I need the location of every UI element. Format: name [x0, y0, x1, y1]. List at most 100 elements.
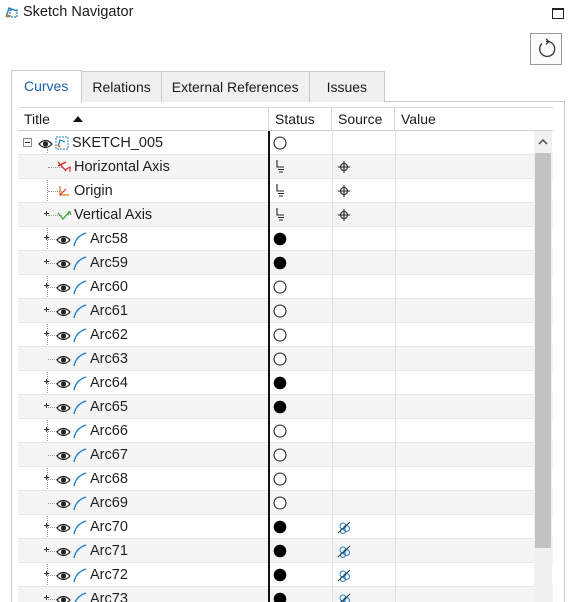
visibility-eye-icon [56, 521, 71, 533]
reset-button[interactable] [530, 33, 562, 65]
column-separator [395, 203, 396, 227]
expand-icon[interactable] [43, 282, 52, 291]
table-row[interactable]: Arc63 [18, 347, 553, 371]
expand-icon[interactable] [43, 378, 52, 387]
status-filled-circle-icon [273, 592, 287, 602]
column-header-source[interactable]: Source [332, 108, 395, 131]
table-row[interactable]: Arc66 [18, 419, 553, 443]
table-row[interactable]: Vertical Axis [18, 203, 553, 227]
expand-icon[interactable] [43, 426, 52, 435]
status-open-circle-icon [273, 136, 287, 150]
column-separator [395, 443, 396, 467]
column-separator [332, 227, 333, 251]
table-row[interactable]: Origin [18, 179, 553, 203]
status-filled-circle-icon [273, 520, 287, 534]
column-header-value[interactable]: Value [395, 108, 553, 131]
status-filled-circle-icon [273, 256, 287, 270]
table-row[interactable]: Arc72 [18, 563, 553, 587]
table-row[interactable]: Arc73 [18, 587, 553, 602]
maximize-icon[interactable] [552, 8, 564, 19]
tab-external-references[interactable]: External References [161, 71, 310, 102]
expand-icon[interactable] [43, 546, 52, 555]
expand-icon[interactable] [43, 522, 52, 531]
table-row[interactable]: Arc71 [18, 539, 553, 563]
horizontal-axis-icon [56, 159, 72, 175]
expand-icon[interactable] [43, 306, 52, 315]
column-separator [332, 251, 333, 275]
column-separator [395, 371, 396, 395]
column-separator [332, 131, 333, 155]
row-title-label: Arc67 [90, 447, 128, 463]
column-separator [395, 251, 396, 275]
column-header-status[interactable]: Status [269, 108, 332, 131]
scroll-up-button[interactable] [534, 131, 552, 151]
scrollbar-thumb[interactable] [535, 153, 551, 548]
table-row[interactable]: Arc61 [18, 299, 553, 323]
collapse-icon[interactable] [23, 138, 32, 147]
table-row[interactable]: Arc60 [18, 275, 553, 299]
table-row[interactable]: Arc58 [18, 227, 553, 251]
row-title-label: Arc68 [90, 471, 128, 487]
column-separator [332, 443, 333, 467]
column-separator [395, 563, 396, 587]
row-title-label: Arc59 [90, 255, 128, 271]
title-bar: Sketch Navigator [0, 0, 571, 28]
curves-grid: Title Status Source Value SKETCH_005 Hori… [18, 107, 553, 602]
arc-icon [72, 351, 88, 367]
source-external-reference-icon [337, 544, 351, 558]
table-row[interactable]: Arc67 [18, 443, 553, 467]
status-column-divider [268, 131, 270, 602]
table-row[interactable]: SKETCH_005 [18, 131, 553, 155]
table-row[interactable]: Arc64 [18, 371, 553, 395]
arc-icon [72, 303, 88, 319]
expand-icon[interactable] [43, 258, 52, 267]
table-row[interactable]: Arc69 [18, 491, 553, 515]
tab-strip: Curves Relations External References Iss… [11, 70, 386, 103]
column-separator [332, 347, 333, 371]
status-filled-circle-icon [273, 232, 287, 246]
visibility-eye-icon [56, 425, 71, 437]
table-row[interactable]: Arc70 [18, 515, 553, 539]
expand-icon[interactable] [43, 210, 52, 219]
vertical-axis-icon [56, 207, 72, 223]
table-row[interactable]: Horizontal Axis [18, 155, 553, 179]
row-title-label: Arc62 [90, 327, 128, 343]
column-header-title[interactable]: Title [18, 108, 269, 131]
table-row[interactable]: Arc68 [18, 467, 553, 491]
window-title: Sketch Navigator [23, 4, 134, 20]
expand-icon[interactable] [43, 570, 52, 579]
arc-icon [72, 447, 88, 463]
chevron-up-icon [538, 138, 548, 144]
expand-icon[interactable] [43, 474, 52, 483]
column-separator [395, 299, 396, 323]
row-title-label: Arc64 [90, 375, 128, 391]
source-reference-crosshair-icon [337, 184, 351, 198]
visibility-eye-icon [56, 305, 71, 317]
expand-icon[interactable] [43, 402, 52, 411]
table-row[interactable]: Arc59 [18, 251, 553, 275]
visibility-eye-icon [56, 329, 71, 341]
arc-icon [72, 375, 88, 391]
table-row[interactable]: Arc65 [18, 395, 553, 419]
table-row[interactable]: Arc62 [18, 323, 553, 347]
visibility-eye-icon [56, 473, 71, 485]
column-separator [395, 155, 396, 179]
expand-icon[interactable] [43, 594, 52, 602]
row-title-label: Arc61 [90, 303, 128, 319]
grid-header: Title Status Source Value [18, 107, 553, 131]
row-title-label: Arc60 [90, 279, 128, 295]
tab-curves[interactable]: Curves [11, 70, 83, 103]
column-separator [332, 515, 333, 539]
expand-icon[interactable] [43, 330, 52, 339]
tab-issues[interactable]: Issues [309, 71, 386, 102]
status-filled-circle-icon [273, 400, 287, 414]
vertical-scrollbar[interactable] [534, 131, 552, 602]
row-title-label: Arc69 [90, 495, 128, 511]
arc-icon [72, 519, 88, 535]
visibility-eye-icon [56, 233, 71, 245]
tab-relations[interactable]: Relations [82, 71, 162, 102]
arc-icon [72, 567, 88, 583]
origin-icon [56, 183, 72, 199]
expand-icon[interactable] [43, 234, 52, 243]
visibility-eye-icon [38, 137, 53, 149]
